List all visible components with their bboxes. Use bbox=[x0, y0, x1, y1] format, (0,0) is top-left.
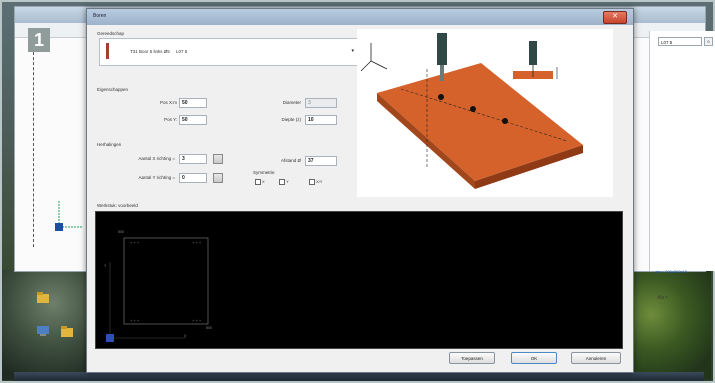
computer-icon[interactable] bbox=[36, 324, 50, 338]
tool-select[interactable]: T31 Boor 5 links Ø5 L07 5 ▾ bbox=[99, 38, 359, 66]
symmetry-label: Symmetrie bbox=[253, 170, 275, 175]
svg-text:+ + +: + + + bbox=[192, 318, 202, 323]
sym-x-label: X bbox=[262, 179, 265, 185]
drill-bit-icon bbox=[106, 43, 109, 59]
drill-dialog: Boren ✕ Gereedschap T31 Boor 5 links Ø5 … bbox=[86, 8, 634, 373]
pos-x-label: Pos X:m bbox=[159, 100, 177, 105]
count-x-label: Aantal X richting = bbox=[138, 156, 175, 161]
apply-button[interactable]: Toepassen bbox=[449, 352, 495, 364]
sym-xy-checkbox[interactable]: X/Y bbox=[309, 179, 322, 185]
value-spinner[interactable]: 0 bbox=[704, 37, 713, 46]
depth-input[interactable]: 10 bbox=[305, 115, 337, 125]
svg-text:+ + +: + + + bbox=[192, 240, 202, 245]
wallpaper-right bbox=[626, 270, 711, 380]
axes-icon bbox=[360, 43, 388, 72]
depth-label: Diepte (z) bbox=[281, 117, 301, 122]
close-button[interactable]: ✕ bbox=[603, 11, 627, 24]
preview-axis-x: X bbox=[184, 334, 187, 338]
preview-bottom-label: 500 bbox=[206, 326, 212, 330]
workpiece-group-label: Werkstuk: voorbeeld bbox=[97, 203, 138, 208]
sym-x-checkbox[interactable]: X bbox=[255, 179, 265, 185]
preview-outline bbox=[123, 237, 209, 325]
count-x-input[interactable]: 3 bbox=[179, 154, 207, 164]
pick-button[interactable] bbox=[213, 154, 223, 164]
diameter-label: Diameter bbox=[282, 100, 301, 105]
sym-xy-label: X/Y bbox=[316, 179, 323, 185]
hole-marker bbox=[470, 106, 476, 112]
vertical-guide bbox=[33, 47, 35, 247]
dimension-link[interactable]: ...ale = 500x500x15 bbox=[652, 269, 687, 274]
count-y-input[interactable]: 0 bbox=[179, 173, 207, 183]
workpiece-preview-svg: + + + + + + + + + + + + bbox=[106, 237, 209, 342]
folder-icon[interactable] bbox=[60, 324, 74, 338]
repeat-group-label: Herhalingen bbox=[97, 142, 122, 147]
origin-marker bbox=[106, 334, 114, 342]
pos-x-input[interactable]: 50 bbox=[179, 98, 207, 108]
background-right-panel: L07 5 0 ...ale = 500x500x15 Ko ᴽ bbox=[649, 31, 715, 301]
svg-text:+ + +: + + + bbox=[130, 240, 140, 245]
sym-y-checkbox[interactable]: Y bbox=[279, 179, 289, 185]
drill-illustration-svg bbox=[360, 33, 583, 189]
drill-illustration bbox=[357, 29, 613, 197]
status-text: Ko ᴽ bbox=[658, 295, 668, 301]
pos-y-input[interactable]: 50 bbox=[179, 115, 207, 125]
drill-bit-side bbox=[529, 41, 537, 65]
preview-top-label: 500 bbox=[118, 230, 124, 234]
folder-icon[interactable] bbox=[36, 290, 50, 304]
hole-marker bbox=[502, 118, 508, 124]
dialog-title: Boren bbox=[93, 13, 107, 19]
drill-bit bbox=[437, 33, 447, 65]
taskbar bbox=[14, 372, 704, 381]
distance-input[interactable]: 37 bbox=[305, 156, 337, 166]
axes-icon bbox=[55, 201, 83, 231]
ok-button[interactable]: OK bbox=[511, 352, 557, 364]
diameter-input[interactable]: 3 bbox=[305, 98, 337, 108]
svg-text:+ + +: + + + bbox=[130, 318, 140, 323]
chevron-down-icon: ▾ bbox=[351, 48, 354, 54]
pick-button[interactable] bbox=[213, 173, 223, 183]
workpiece-preview: + + + + + + + + + + + + 500 500 Y X bbox=[95, 211, 623, 349]
count-y-label: Aantal Y richting = bbox=[138, 175, 175, 180]
layer-dropdown[interactable]: L07 5 bbox=[658, 37, 702, 46]
close-icon: ✕ bbox=[612, 13, 618, 20]
sym-y-label: Y bbox=[286, 179, 289, 185]
pos-y-label: Pos Y: bbox=[164, 117, 177, 122]
tool-select-value: T31 Boor 5 links Ø5 L07 5 bbox=[130, 49, 188, 54]
dialog-titlebar: Boren ✕ bbox=[87, 9, 633, 25]
preview-axis-y: Y bbox=[104, 264, 107, 268]
cancel-button[interactable]: Annuleren bbox=[571, 352, 621, 364]
hole-marker bbox=[438, 94, 444, 100]
props-group-label: Eigenschappen bbox=[97, 87, 129, 92]
tool-group-label: Gereedschap bbox=[97, 31, 125, 36]
distance-label: Afstand Ø bbox=[280, 158, 301, 163]
step-badge: 1 bbox=[28, 28, 50, 52]
